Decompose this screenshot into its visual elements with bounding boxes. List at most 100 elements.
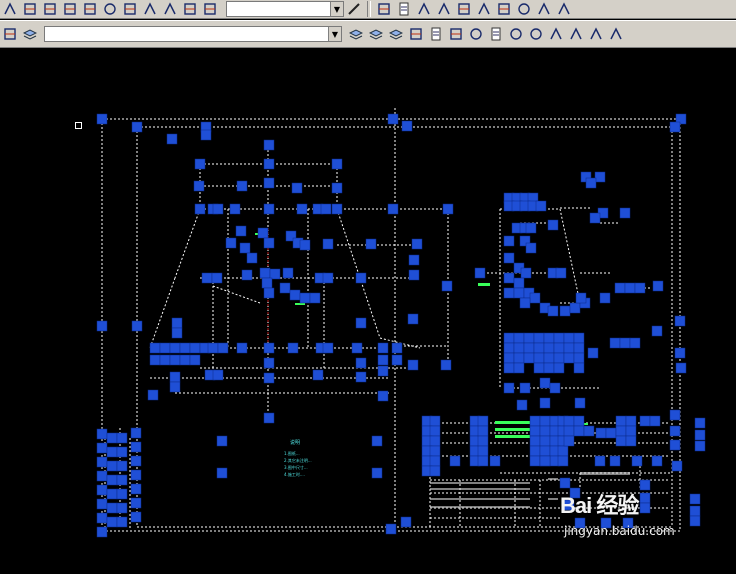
selection-grip[interactable]: [194, 158, 206, 170]
selection-grip[interactable]: [279, 282, 291, 294]
selection-grip[interactable]: [559, 305, 571, 317]
selection-grip[interactable]: [539, 415, 551, 427]
properties-icon[interactable]: [395, 0, 413, 18]
selection-grip[interactable]: [312, 369, 324, 381]
selection-grip[interactable]: [171, 327, 183, 339]
selection-grip[interactable]: [411, 238, 423, 250]
selection-grip[interactable]: [694, 440, 706, 452]
selection-grip[interactable]: [689, 515, 701, 527]
selection-grip[interactable]: [355, 272, 367, 284]
selection-grip[interactable]: [634, 282, 646, 294]
dimension-update-icon[interactable]: [201, 0, 219, 18]
selection-grip[interactable]: [263, 412, 275, 424]
selection-grip[interactable]: [229, 203, 241, 215]
selection-grip[interactable]: [106, 474, 118, 486]
selection-grip[interactable]: [671, 460, 683, 472]
selection-grip[interactable]: [309, 292, 321, 304]
selection-grip[interactable]: [533, 342, 545, 354]
publish-icon[interactable]: [507, 25, 525, 43]
dimension-linear-icon[interactable]: [21, 0, 39, 18]
selection-grip[interactable]: [529, 425, 541, 437]
layer-manager-icon[interactable]: [387, 25, 405, 43]
selection-grip[interactable]: [563, 415, 575, 427]
selection-grip[interactable]: [535, 200, 547, 212]
selection-grip[interactable]: [477, 425, 489, 437]
selection-grip[interactable]: [263, 372, 275, 384]
selection-grip[interactable]: [130, 469, 142, 481]
selection-grip[interactable]: [609, 455, 621, 467]
selection-grip[interactable]: [631, 455, 643, 467]
selection-grip[interactable]: [575, 292, 587, 304]
selection-grip[interactable]: [547, 305, 559, 317]
selection-grip[interactable]: [520, 267, 532, 279]
chevron-down-icon[interactable]: ▼: [328, 27, 341, 41]
selection-grip[interactable]: [149, 342, 161, 354]
selection-grip[interactable]: [651, 325, 663, 337]
selection-grip[interactable]: [529, 415, 541, 427]
selection-grip[interactable]: [525, 222, 537, 234]
selection-grip[interactable]: [543, 362, 555, 374]
selection-grip[interactable]: [513, 287, 525, 299]
selection-grip[interactable]: [513, 352, 525, 364]
selection-grip[interactable]: [543, 332, 555, 344]
selection-grip[interactable]: [116, 432, 128, 444]
selection-grip[interactable]: [513, 342, 525, 354]
selection-grip[interactable]: [159, 342, 171, 354]
selection-grip[interactable]: [573, 332, 585, 344]
selection-grip[interactable]: [331, 158, 343, 170]
selection-grip[interactable]: [553, 332, 565, 344]
selection-grip[interactable]: [523, 342, 535, 354]
selection-grip[interactable]: [201, 272, 213, 284]
selection-grip[interactable]: [503, 332, 515, 344]
layer-previous-icon[interactable]: [347, 25, 365, 43]
selection-grip[interactable]: [694, 429, 706, 441]
undo-icon[interactable]: [587, 25, 605, 43]
selection-grip[interactable]: [131, 121, 143, 133]
selection-grip[interactable]: [225, 237, 237, 249]
selection-grip[interactable]: [106, 432, 118, 444]
selection-grip[interactable]: [207, 342, 219, 354]
layers-icon[interactable]: [21, 25, 39, 43]
selection-grip[interactable]: [263, 158, 275, 170]
selection-grip[interactable]: [669, 121, 681, 133]
selection-grip[interactable]: [259, 267, 271, 279]
selection-grip[interactable]: [291, 182, 303, 194]
selection-grip[interactable]: [525, 242, 537, 254]
selection-grip[interactable]: [241, 269, 253, 281]
selection-grip[interactable]: [193, 180, 205, 192]
selection-grip[interactable]: [169, 381, 181, 393]
selection-grip[interactable]: [573, 362, 585, 374]
selection-grip[interactable]: [96, 498, 108, 510]
selection-grip[interactable]: [429, 435, 441, 447]
selection-grip[interactable]: [96, 456, 108, 468]
selection-grip[interactable]: [159, 354, 171, 366]
group-icon[interactable]: [495, 0, 513, 18]
selection-grip[interactable]: [106, 446, 118, 458]
selection-grip[interactable]: [563, 342, 575, 354]
selection-grip[interactable]: [149, 354, 161, 366]
selection-grip[interactable]: [652, 280, 664, 292]
selection-grip[interactable]: [503, 342, 515, 354]
selection-grip[interactable]: [563, 352, 575, 364]
point-icon[interactable]: [515, 0, 533, 18]
selection-grip[interactable]: [477, 445, 489, 457]
selection-grip[interactable]: [385, 523, 397, 535]
selection-grip[interactable]: [503, 272, 515, 284]
selection-grip[interactable]: [116, 502, 128, 514]
selection-grip[interactable]: [179, 354, 191, 366]
selection-grip[interactable]: [449, 455, 461, 467]
trim-icon[interactable]: [435, 0, 453, 18]
selection-grip[interactable]: [212, 203, 224, 215]
selection-grip[interactable]: [212, 369, 224, 381]
selection-grip[interactable]: [106, 488, 118, 500]
selection-grip[interactable]: [96, 113, 108, 125]
selection-grip[interactable]: [674, 315, 686, 327]
selection-grip[interactable]: [371, 467, 383, 479]
selection-grip[interactable]: [429, 445, 441, 457]
selection-grip[interactable]: [351, 342, 363, 354]
redo-icon[interactable]: [607, 25, 625, 43]
selection-grip[interactable]: [401, 120, 413, 132]
selection-grip[interactable]: [477, 455, 489, 467]
selection-grip[interactable]: [355, 317, 367, 329]
selection-grip[interactable]: [513, 277, 525, 289]
